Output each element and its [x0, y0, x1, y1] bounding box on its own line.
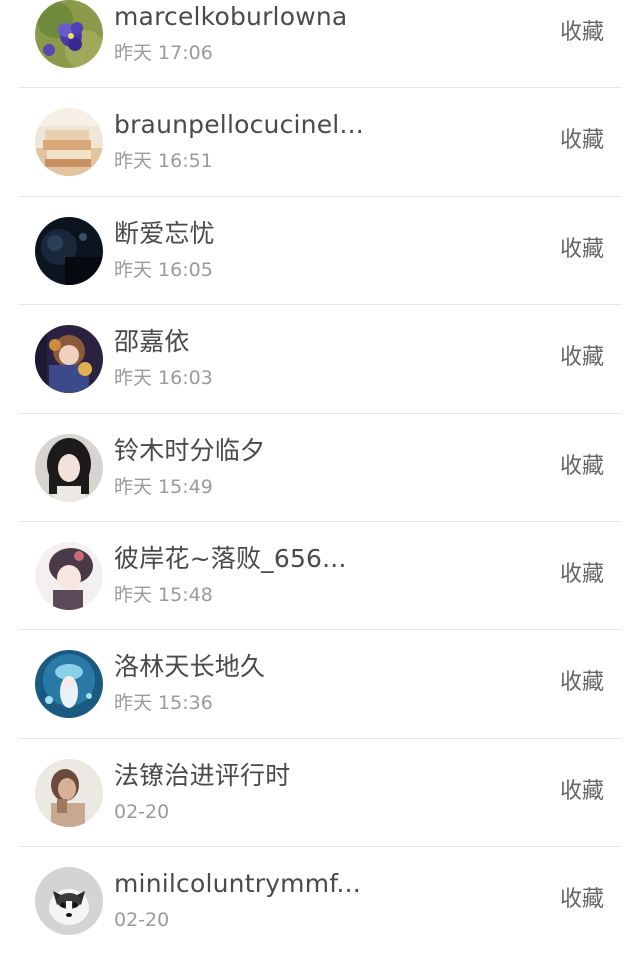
contact-name: 彼岸花~落败_656...	[114, 543, 347, 573]
favorite-button[interactable]: 收藏	[560, 560, 604, 590]
list-item[interactable]: 断爱忘忧 昨天 16:05 收藏	[0, 197, 640, 306]
message-time: 02-20	[114, 800, 170, 823]
contact-name: 法镣治进评行时	[114, 760, 291, 790]
message-time: 02-20	[114, 909, 170, 932]
avatar[interactable]	[35, 216, 103, 285]
favorite-button[interactable]: 收藏	[560, 126, 604, 156]
message-time: 昨天 16:05	[114, 258, 213, 281]
avatar[interactable]	[35, 758, 103, 827]
contact-name: minilcoluntrymmf...	[114, 869, 361, 899]
avatar[interactable]	[35, 541, 103, 610]
message-time: 昨天 15:49	[114, 475, 213, 498]
contact-name: marcelkoburlowna	[114, 2, 348, 31]
message-time: 昨天 17:06	[114, 42, 213, 64]
contact-name: 邵嘉依	[114, 327, 190, 357]
favorite-button[interactable]: 收藏	[560, 452, 604, 482]
favorite-button[interactable]: 收藏	[560, 668, 604, 698]
contact-name: 洛林天长地久	[114, 652, 266, 682]
avatar[interactable]	[35, 650, 103, 719]
contact-name: 断爱忘忧	[114, 218, 215, 248]
avatar[interactable]	[35, 433, 103, 502]
favorite-button[interactable]: 收藏	[560, 18, 604, 48]
avatar[interactable]	[35, 867, 103, 936]
contact-name: braunpellocucinel...	[114, 110, 364, 140]
avatar[interactable]	[35, 108, 103, 177]
message-time: 昨天 16:51	[114, 150, 213, 173]
list-item[interactable]: marcelkoburlowna 昨天 17:06 收藏	[0, 0, 640, 89]
contact-name: 铃木时分临夕	[114, 435, 266, 465]
list-item[interactable]: 邵嘉依 昨天 16:03 收藏	[0, 305, 640, 414]
message-time: 昨天 15:48	[114, 583, 213, 606]
favorite-button[interactable]: 收藏	[560, 777, 604, 807]
list-item[interactable]: minilcoluntrymmf... 02-20 收藏	[0, 847, 640, 955]
avatar[interactable]	[35, 0, 103, 68]
message-time: 昨天 15:36	[114, 692, 213, 715]
favorite-button[interactable]: 收藏	[560, 885, 604, 915]
favorite-button[interactable]: 收藏	[560, 343, 604, 373]
avatar[interactable]	[35, 325, 103, 394]
list-item[interactable]: 铃木时分临夕 昨天 15:49 收藏	[0, 414, 640, 522]
favorite-button[interactable]: 收藏	[560, 235, 604, 265]
list-item[interactable]: 彼岸花~落败_656... 昨天 15:48 收藏	[0, 522, 640, 631]
list-item[interactable]: braunpellocucinel... 昨天 16:51 收藏	[0, 88, 640, 197]
list-item[interactable]: 法镣治进评行时 02-20 收藏	[0, 739, 640, 848]
message-time: 昨天 16:03	[114, 367, 213, 390]
list-item[interactable]: 洛林天长地久 昨天 15:36 收藏	[0, 630, 640, 739]
contact-list: marcelkoburlowna 昨天 17:06 收藏 braunpelloc…	[0, 0, 640, 956]
